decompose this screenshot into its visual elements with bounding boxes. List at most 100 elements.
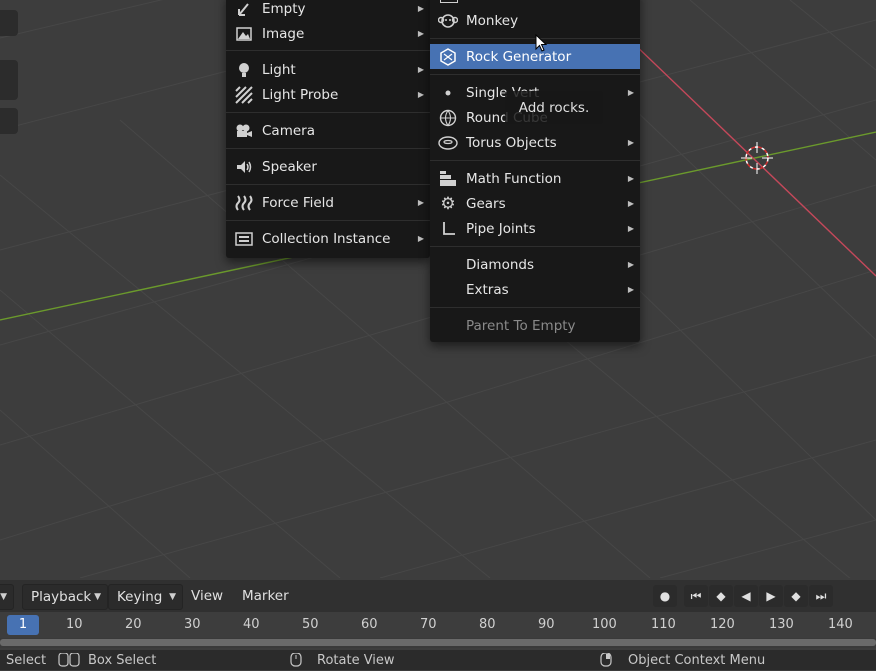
prev-keyframe-icon: ◆ xyxy=(716,589,726,603)
menu-item-label: Torus Objects xyxy=(466,134,557,151)
menu-item-torus-objects[interactable]: Torus Objects ▶ xyxy=(430,130,640,155)
frame-tick-label: 100 xyxy=(592,617,617,632)
menu-item-extras[interactable]: Extras ▶ xyxy=(430,277,640,302)
mouse-right-icon xyxy=(600,652,612,671)
menu-item-label: Parent To Empty xyxy=(466,317,576,334)
menu-item-force-field[interactable]: Force Field ▶ xyxy=(226,190,430,215)
current-frame-indicator[interactable]: 1 xyxy=(7,615,39,635)
menu-item-label: Light Probe xyxy=(262,86,339,103)
frame-tick-label: 30 xyxy=(184,617,201,632)
menu-item-pipe-joints[interactable]: Pipe Joints ▶ xyxy=(430,216,640,241)
menu-item-image[interactable]: Image ▶ xyxy=(226,21,430,46)
submenu-arrow-icon: ▶ xyxy=(627,285,634,294)
menu-item-math-function[interactable]: Math Function ▶ xyxy=(430,166,640,191)
math-function-icon xyxy=(438,169,458,189)
submenu-arrow-icon: ▶ xyxy=(417,4,424,13)
frame-tick-label: 110 xyxy=(651,617,676,632)
play-reverse-button[interactable]: ◀ xyxy=(734,585,758,607)
menu-item-diamonds[interactable]: Diamonds ▶ xyxy=(430,252,640,277)
submenu-arrow-icon: ▶ xyxy=(627,224,634,233)
frame-tick-label: 40 xyxy=(243,617,260,632)
scrollbar-thumb[interactable] xyxy=(0,639,876,646)
menu-item-camera[interactable]: Camera xyxy=(226,118,430,143)
frame-tick-label: 90 xyxy=(538,617,555,632)
measure-tool-icon[interactable] xyxy=(0,108,18,134)
menu-item-label: Force Field xyxy=(262,194,334,211)
chevron-down-icon: ▼ xyxy=(169,592,176,602)
frame-tick-label: 20 xyxy=(125,617,142,632)
menu-separator xyxy=(226,50,430,51)
menu-item-light[interactable]: Light ▶ xyxy=(226,57,430,82)
menu-item-label: Rock Generator xyxy=(466,48,572,65)
editor-type-dropdown[interactable]: ▼ xyxy=(0,584,14,610)
submenu-arrow-icon: ▶ xyxy=(417,198,424,207)
timeline-header: ▼ Playback ▼ Keying ▼ View Marker ● ⏮ ◆ … xyxy=(0,580,876,612)
status-bar: Select Box Select Rotate View Object Con… xyxy=(0,650,876,670)
frame-tick-label: 140 xyxy=(828,617,853,632)
timeline-scrollbar[interactable] xyxy=(0,638,876,648)
add-object-menu: Empty ▶ Image ▶ Light ▶ Light Probe ▶ Ca… xyxy=(226,0,430,258)
menu-item-label: Extras xyxy=(466,281,509,298)
frame-tick-label: 50 xyxy=(302,617,319,632)
tooltip: Add rocks. xyxy=(505,91,603,124)
force-field-icon xyxy=(234,193,254,213)
annotate-tool-icon[interactable] xyxy=(0,60,18,100)
menu-separator xyxy=(430,307,640,308)
menu-separator xyxy=(430,160,640,161)
current-frame-label: 1 xyxy=(18,617,28,632)
menu-separator xyxy=(226,220,430,221)
submenu-arrow-icon: ▶ xyxy=(627,174,634,183)
menu-item-label: Light xyxy=(262,61,296,78)
menu-item-label: Camera xyxy=(262,122,315,139)
menu-item-empty[interactable]: Empty ▶ xyxy=(226,0,430,21)
menu-item-speaker[interactable]: Speaker xyxy=(226,154,430,179)
jump-start-button[interactable]: ⏮ xyxy=(684,585,708,607)
submenu-arrow-icon: ▶ xyxy=(627,260,634,269)
next-keyframe-icon: ◆ xyxy=(791,589,801,603)
record-icon: ● xyxy=(659,589,671,603)
frame-ruler[interactable]: 1 10 20 30 40 50 60 70 80 90 100 110 120… xyxy=(0,612,876,638)
play-button[interactable]: ▶ xyxy=(759,585,783,607)
view-menu-label: View xyxy=(191,588,224,604)
rock-icon xyxy=(438,47,458,67)
chevron-down-icon: ▼ xyxy=(0,592,7,602)
prev-keyframe-button[interactable]: ◆ xyxy=(709,585,733,607)
next-keyframe-button[interactable]: ◆ xyxy=(784,585,808,607)
gear-icon: ⚙ xyxy=(440,193,456,214)
frame-tick-label: 120 xyxy=(710,617,735,632)
submenu-arrow-icon: ▶ xyxy=(417,65,424,74)
monkey-icon xyxy=(438,11,458,31)
keying-dropdown[interactable]: Keying ▼ xyxy=(108,584,183,610)
menu-item-gears[interactable]: ⚙ Gears ▶ xyxy=(430,191,640,216)
chevron-down-icon: ▼ xyxy=(94,592,101,602)
frame-tick-label: 80 xyxy=(479,617,496,632)
speaker-icon xyxy=(234,157,254,177)
torus-icon xyxy=(438,133,458,153)
submenu-arrow-icon: ▶ xyxy=(417,90,424,99)
menu-item-monkey[interactable]: Monkey xyxy=(430,8,640,33)
jump-end-icon: ⏭ xyxy=(815,588,827,603)
view-menu[interactable]: View xyxy=(191,584,223,608)
transform-tool-icon[interactable] xyxy=(0,10,18,36)
menu-item-label: Diamonds xyxy=(466,256,534,273)
marker-menu[interactable]: Marker xyxy=(242,584,289,608)
menu-item-label: Image xyxy=(262,25,305,42)
light-icon xyxy=(234,60,254,80)
record-button[interactable]: ● xyxy=(653,585,677,607)
tooltip-text: Add rocks. xyxy=(518,99,590,116)
jump-end-button[interactable]: ⏭ xyxy=(809,585,833,607)
frame-tick-label: 130 xyxy=(769,617,794,632)
menu-item-collection-instance[interactable]: Collection Instance ▶ xyxy=(226,226,430,251)
menu-separator xyxy=(430,74,640,75)
menu-item-label: Pipe Joints xyxy=(466,220,536,237)
menu-item-light-probe[interactable]: Light Probe ▶ xyxy=(226,82,430,107)
submenu-arrow-icon: ▶ xyxy=(627,88,634,97)
grid-icon xyxy=(440,0,458,3)
keying-label: Keying xyxy=(117,589,163,605)
menu-item-label: Empty xyxy=(262,0,306,17)
status-context-menu-hint: Object Context Menu xyxy=(628,653,766,668)
pipe-joint-icon xyxy=(438,219,458,239)
playback-dropdown[interactable]: Playback ▼ xyxy=(22,584,108,610)
play-icon: ▶ xyxy=(766,589,776,603)
toolbar xyxy=(0,0,24,140)
